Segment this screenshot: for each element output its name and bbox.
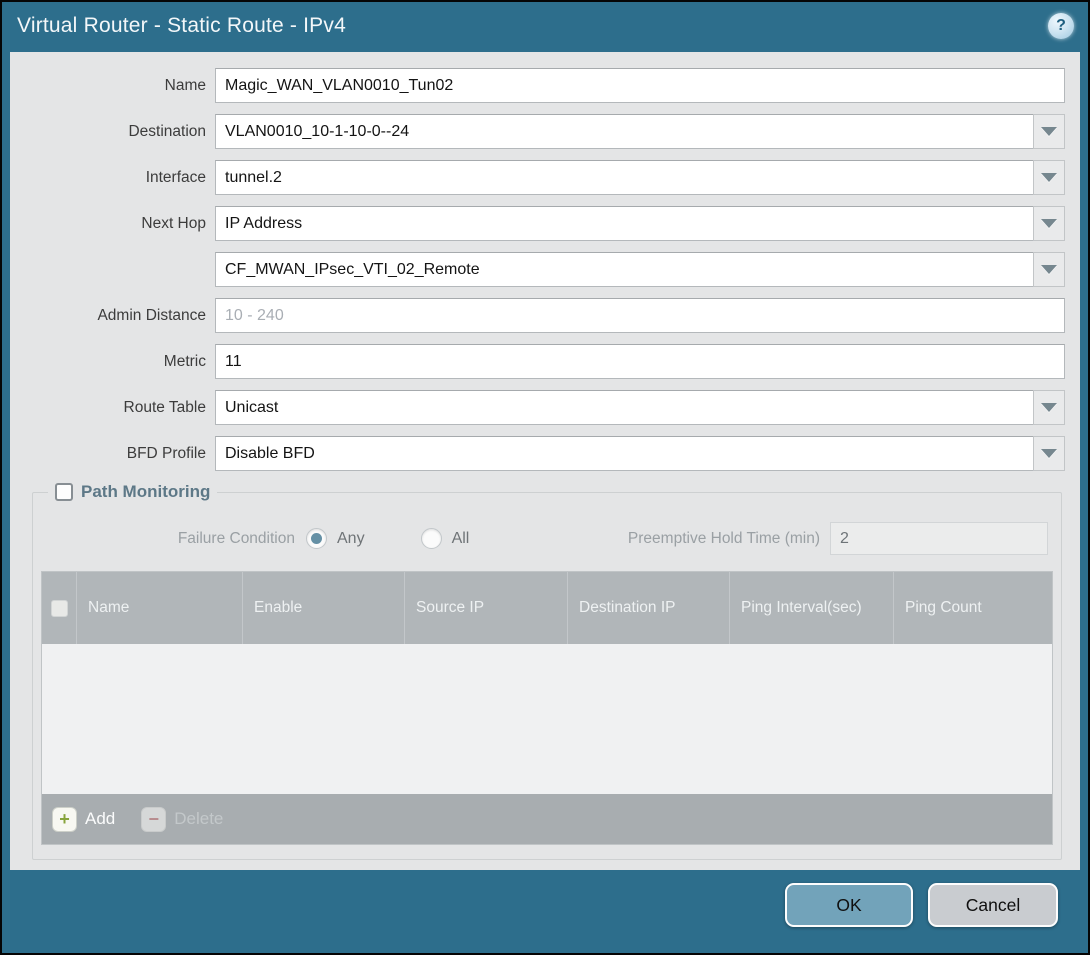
metric-input[interactable] — [215, 344, 1065, 379]
route-table-dropdown-button[interactable] — [1033, 390, 1065, 425]
destination-label: Destination — [19, 123, 215, 141]
destination-input[interactable] — [215, 114, 1033, 149]
delete-button-label: Delete — [174, 809, 223, 829]
destination-row: Destination — [10, 114, 1080, 149]
radio-selected-dot — [311, 533, 322, 544]
admin-distance-row: Admin Distance — [10, 298, 1080, 333]
chevron-down-icon — [1041, 173, 1057, 182]
path-monitoring-section: Path Monitoring Failure Condition Any Al… — [32, 482, 1062, 860]
name-label: Name — [19, 77, 215, 95]
chevron-down-icon — [1041, 403, 1057, 412]
name-row: Name — [10, 68, 1080, 103]
path-monitoring-checkbox[interactable] — [55, 483, 73, 501]
route-table-label: Route Table — [19, 399, 215, 417]
dialog-titlebar: Virtual Router - Static Route - IPv4 ? — [2, 2, 1088, 50]
chevron-down-icon — [1041, 449, 1057, 458]
help-icon[interactable]: ? — [1048, 13, 1074, 39]
column-header-destination-ip[interactable]: Destination IP — [567, 572, 729, 644]
dialog-footer: OK Cancel — [785, 883, 1058, 927]
column-header-ping-count[interactable]: Ping Count — [893, 572, 1052, 644]
admin-distance-input[interactable] — [215, 298, 1065, 333]
next-hop-label: Next Hop — [19, 215, 215, 233]
column-header-enable[interactable]: Enable — [242, 572, 404, 644]
failure-condition-any-label: Any — [337, 530, 365, 548]
column-header-ping-interval[interactable]: Ping Interval(sec) — [729, 572, 893, 644]
add-button[interactable]: + Add — [52, 807, 115, 832]
failure-condition-label: Failure Condition — [40, 530, 306, 548]
destination-dropdown-button[interactable] — [1033, 114, 1065, 149]
column-header-source-ip[interactable]: Source IP — [404, 572, 567, 644]
add-button-label: Add — [85, 809, 115, 829]
column-header-name[interactable]: Name — [76, 572, 242, 644]
chevron-down-icon — [1041, 265, 1057, 274]
metric-row: Metric — [10, 344, 1080, 379]
delete-button[interactable]: − Delete — [141, 807, 223, 832]
path-monitoring-table: Name Enable Source IP Destination IP Pin… — [41, 571, 1053, 845]
static-route-dialog: Virtual Router - Static Route - IPv4 ? N… — [0, 0, 1090, 955]
next-hop-address-row — [10, 252, 1080, 287]
plus-icon: + — [52, 807, 77, 832]
failure-condition-row: Failure Condition Any All Preemptive Hol… — [40, 514, 1054, 571]
interface-dropdown-button[interactable] — [1033, 160, 1065, 195]
preemptive-hold-time-label: Preemptive Hold Time (min) — [628, 530, 830, 548]
next-hop-row: Next Hop — [10, 206, 1080, 241]
next-hop-address-dropdown-button[interactable] — [1033, 252, 1065, 287]
preemptive-hold-time-input[interactable] — [830, 522, 1048, 555]
minus-icon: − — [141, 807, 166, 832]
path-monitoring-legend: Path Monitoring — [48, 482, 217, 502]
interface-input[interactable] — [215, 160, 1033, 195]
failure-condition-all-radio[interactable] — [421, 528, 442, 549]
name-input[interactable] — [215, 68, 1065, 103]
dialog-title: Virtual Router - Static Route - IPv4 — [17, 14, 346, 38]
ok-button[interactable]: OK — [785, 883, 913, 927]
bfd-profile-label: BFD Profile — [19, 445, 215, 463]
table-body-empty — [42, 644, 1052, 794]
next-hop-type-input[interactable] — [215, 206, 1033, 241]
interface-row: Interface — [10, 160, 1080, 195]
next-hop-address-input[interactable] — [215, 252, 1033, 287]
path-monitoring-title: Path Monitoring — [81, 482, 210, 502]
chevron-down-icon — [1041, 219, 1057, 228]
dialog-body: Name Destination Interface — [10, 52, 1080, 870]
bfd-profile-input[interactable] — [215, 436, 1033, 471]
header-select-all-cell — [42, 572, 76, 644]
cancel-button[interactable]: Cancel — [928, 883, 1058, 927]
interface-label: Interface — [19, 169, 215, 187]
table-toolbar: + Add − Delete — [42, 794, 1052, 844]
metric-label: Metric — [19, 353, 215, 371]
failure-condition-all-label: All — [452, 530, 470, 548]
select-all-checkbox[interactable] — [51, 600, 68, 617]
admin-distance-label: Admin Distance — [19, 307, 215, 325]
bfd-profile-row: BFD Profile — [10, 436, 1080, 471]
next-hop-type-dropdown-button[interactable] — [1033, 206, 1065, 241]
route-table-row: Route Table — [10, 390, 1080, 425]
bfd-profile-dropdown-button[interactable] — [1033, 436, 1065, 471]
chevron-down-icon — [1041, 127, 1057, 136]
route-table-input[interactable] — [215, 390, 1033, 425]
failure-condition-any-radio[interactable] — [306, 528, 327, 549]
table-header-row: Name Enable Source IP Destination IP Pin… — [42, 572, 1052, 644]
